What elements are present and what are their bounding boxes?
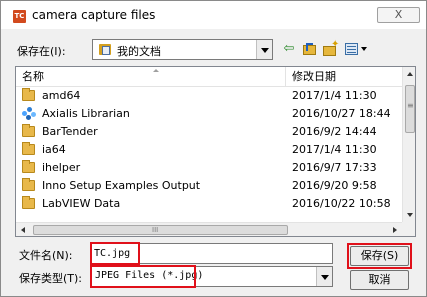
list-item[interactable]: Inno Setup Examples Output 2016/9/20 9:5…	[16, 177, 402, 195]
cancel-button[interactable]: 取消	[350, 270, 409, 290]
file-name: ihelper	[42, 161, 81, 174]
title-bar: TC camera capture files X	[1, 1, 426, 29]
list-item[interactable]: LabVIEW Data 2016/10/22 10:58	[16, 195, 402, 213]
window-title: camera capture files	[32, 8, 156, 22]
file-name: ia64	[42, 143, 66, 156]
filetype-label: 保存类型(T):	[19, 272, 83, 285]
file-name: LabVIEW Data	[42, 197, 121, 210]
file-date: 2016/9/7 17:33	[292, 161, 377, 174]
column-header-name[interactable]: 名称	[16, 67, 286, 87]
chevron-down-icon[interactable]	[316, 267, 332, 286]
filetype-highlight	[90, 265, 196, 288]
list-item[interactable]: Axialis Librarian 2016/10/27 18:44	[16, 105, 402, 123]
list-item[interactable]: amd64 2017/1/4 11:30	[16, 87, 402, 105]
look-in-value: 我的文档	[117, 45, 161, 58]
up-folder-icon[interactable]	[301, 40, 319, 58]
look-in-label: 保存在(I):	[17, 45, 66, 58]
save-highlight	[347, 243, 412, 269]
scroll-up-icon[interactable]	[407, 72, 413, 76]
file-name: Inno Setup Examples Output	[42, 179, 201, 192]
file-date: 2016/9/2 14:44	[292, 125, 377, 138]
sort-ascending-icon	[153, 69, 159, 72]
horizontal-scrollbar[interactable]	[16, 222, 402, 236]
list-item[interactable]: ia64 2017/1/4 11:30	[16, 141, 402, 159]
vertical-scrollbar[interactable]	[402, 67, 415, 222]
folder-icon	[22, 88, 35, 101]
scrollbar-corner	[402, 222, 415, 236]
look-in-combo[interactable]: 我的文档	[92, 39, 273, 60]
column-name-label: 名称	[22, 70, 44, 83]
file-name: Axialis Librarian	[42, 107, 130, 120]
folder-icon	[22, 178, 35, 191]
filename-highlight	[90, 242, 140, 265]
close-button[interactable]: X	[377, 7, 420, 23]
list-item[interactable]: BarTender 2016/9/2 14:44	[16, 123, 402, 141]
folder-icon	[22, 196, 35, 209]
horizontal-scroll-thumb[interactable]	[33, 225, 288, 235]
list-item[interactable]: ihelper 2016/9/7 17:33	[16, 159, 402, 177]
file-date: 2016/10/27 18:44	[292, 107, 391, 120]
scroll-left-icon[interactable]	[21, 227, 25, 233]
file-list[interactable]: 名称 修改日期 amd64 2017/1/4 11:30 Axialis Lib…	[15, 66, 416, 237]
file-name: BarTender	[42, 125, 98, 138]
save-dialog: TC camera capture files X 保存在(I): 我的文档 ⇦…	[0, 0, 427, 297]
back-arrow-icon[interactable]: ⇦	[280, 40, 298, 58]
scroll-right-icon[interactable]	[393, 227, 397, 233]
app-icon: TC	[13, 10, 26, 23]
view-menu-icon[interactable]	[343, 40, 369, 58]
folder-icon	[22, 160, 35, 173]
vertical-scroll-thumb[interactable]	[405, 85, 415, 133]
chevron-down-icon[interactable]	[256, 40, 272, 59]
documents-folder-icon	[99, 44, 111, 55]
filename-label: 文件名(N):	[19, 249, 73, 262]
column-header-date[interactable]: 修改日期	[286, 67, 402, 87]
file-date: 2017/1/4 11:30	[292, 89, 377, 102]
list-header: 名称 修改日期	[16, 67, 402, 87]
scroll-down-icon[interactable]	[407, 213, 413, 217]
file-date: 2017/1/4 11:30	[292, 143, 377, 156]
special-folder-icon	[22, 107, 36, 120]
file-name: amd64	[42, 89, 81, 102]
folder-icon	[22, 124, 35, 137]
file-date: 2016/10/22 10:58	[292, 197, 391, 210]
folder-icon	[22, 142, 35, 155]
file-date: 2016/9/20 9:58	[292, 179, 377, 192]
file-rows: amd64 2017/1/4 11:30 Axialis Librarian 2…	[16, 87, 402, 213]
new-folder-icon[interactable]: ✦	[321, 40, 339, 58]
